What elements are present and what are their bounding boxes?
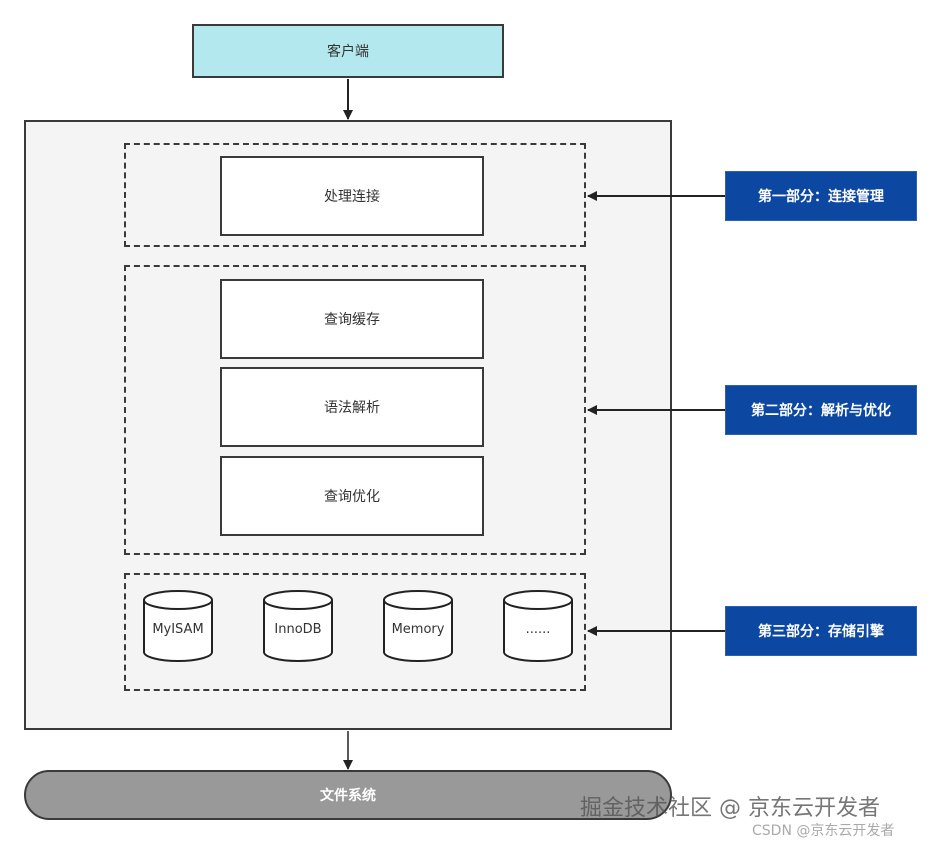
storage-engine-cylinder: Memory	[383, 590, 453, 662]
storage-engine-cylinder: InnoDB	[263, 590, 333, 662]
watermark-secondary: CSDN @京东云开发者	[752, 823, 895, 839]
cylinder-top	[383, 590, 453, 610]
storage-engine-label: ......	[526, 622, 551, 637]
connectors: MyISAM InnoDB Memory......	[143, 79, 725, 770]
cylinder-top	[263, 590, 333, 610]
storage-engine-label: Memory	[392, 622, 445, 637]
storage-engine-label: InnoDB	[274, 622, 321, 637]
cylinder-top	[143, 590, 213, 610]
watermark-primary: 掘金技术社区 @ 京东云开发者	[580, 796, 880, 821]
storage-engine-cylinder: MyISAM	[143, 590, 213, 662]
cylinder-top	[503, 590, 573, 610]
storage-engine-cylinder: ......	[503, 590, 573, 662]
storage-engine-label: MyISAM	[152, 622, 203, 637]
